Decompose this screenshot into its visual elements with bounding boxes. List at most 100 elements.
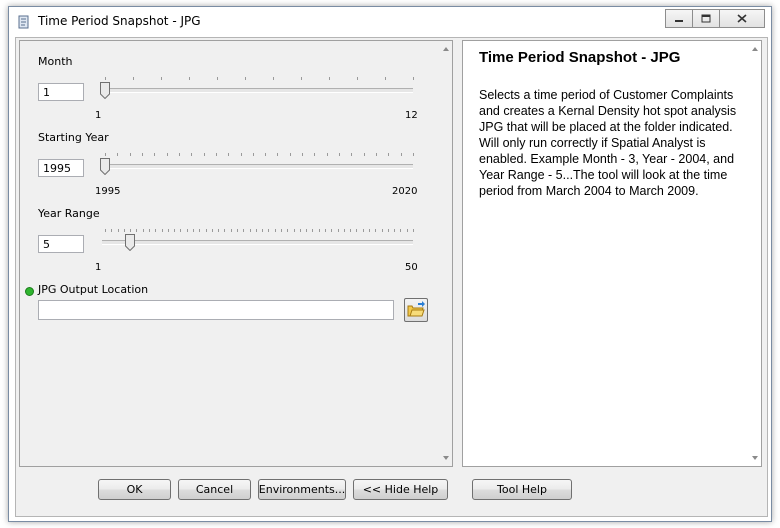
scroll-up-icon[interactable]	[443, 47, 449, 51]
slider-tick	[180, 229, 182, 232]
slider-tick	[357, 77, 358, 80]
month-max-label: 12	[405, 110, 418, 121]
close-button[interactable]	[719, 9, 765, 28]
slider-tick	[343, 229, 345, 232]
slider-tick	[252, 153, 254, 156]
slider-tick	[129, 153, 131, 156]
slider-tick	[224, 229, 226, 232]
slider-tick	[117, 229, 119, 232]
slider-tick	[301, 77, 302, 80]
slider-tick	[161, 77, 162, 80]
slider-tick	[161, 229, 163, 232]
maximize-button[interactable]	[692, 9, 720, 28]
slider-tick	[189, 77, 190, 80]
month-slider-thumb[interactable]	[100, 82, 110, 100]
help-pane: Time Period Snapshot - JPG Selects a tim…	[462, 40, 762, 467]
help-scrollbar[interactable]	[750, 41, 761, 466]
slider-tick	[243, 229, 245, 232]
month-slider-track[interactable]	[102, 88, 413, 93]
starting-year-label: Starting Year	[38, 131, 109, 144]
slider-tick	[302, 153, 304, 156]
slider-tick	[174, 229, 176, 232]
slider-tick	[149, 229, 150, 232]
slider-tick	[362, 229, 364, 232]
help-scroll-down-icon[interactable]	[752, 456, 758, 460]
environments-button[interactable]: Environments...	[258, 479, 346, 500]
help-title: Time Period Snapshot - JPG	[479, 49, 681, 66]
slider-tick	[293, 229, 295, 232]
tool-help-button[interactable]: Tool Help	[472, 479, 572, 500]
slider-tick	[376, 153, 378, 156]
slider-tick	[329, 77, 330, 80]
slider-tick	[312, 229, 314, 232]
slider-tick	[167, 229, 169, 232]
slider-tick	[240, 153, 242, 156]
month-label: Month	[38, 55, 73, 68]
minimize-button[interactable]	[665, 9, 693, 28]
slider-tick	[211, 229, 213, 232]
jpg-output-label: JPG Output Location	[38, 283, 149, 296]
starting-year-ticks	[105, 153, 414, 157]
slider-tick	[413, 153, 414, 156]
slider-tick	[215, 153, 217, 156]
slider-tick	[166, 153, 168, 156]
slider-tick	[413, 77, 414, 80]
slider-tick	[245, 77, 246, 80]
scroll-down-icon[interactable]	[443, 456, 449, 460]
slider-tick	[350, 229, 352, 232]
slider-tick	[255, 229, 257, 232]
slider-tick	[117, 153, 119, 156]
jpg-output-input[interactable]	[38, 300, 394, 320]
cancel-button[interactable]: Cancel	[178, 479, 251, 500]
slider-tick	[268, 229, 270, 232]
starting-year-slider-thumb[interactable]	[100, 158, 110, 176]
starting-year-min-label: 1995	[95, 186, 121, 197]
slider-tick	[155, 229, 157, 232]
year-range-input[interactable]: 5	[38, 235, 84, 253]
slider-tick	[394, 229, 396, 232]
slider-tick	[141, 153, 143, 156]
slider-tick	[325, 229, 326, 232]
slider-tick	[356, 229, 358, 232]
slider-tick	[406, 229, 408, 232]
slider-tick	[277, 153, 279, 156]
month-input[interactable]: 1	[38, 83, 84, 101]
slider-tick	[136, 229, 138, 232]
hide-help-button[interactable]: << Hide Help	[353, 479, 448, 500]
year-range-label: Year Range	[38, 207, 100, 220]
parameters-pane: Month 1 1 12 Starting Year 1995 1995 202…	[19, 40, 453, 467]
slider-tick	[237, 229, 238, 232]
help-scroll-up-icon[interactable]	[752, 47, 758, 51]
year-range-slider-thumb[interactable]	[125, 234, 136, 252]
slider-tick	[337, 229, 339, 232]
slider-tick	[123, 229, 125, 232]
slider-tick	[191, 153, 193, 156]
slider-tick	[133, 77, 134, 80]
slider-tick	[387, 229, 389, 232]
maximize-icon	[701, 14, 711, 23]
dialog-window: Time Period Snapshot - JPG Month 1 1 12 …	[8, 6, 772, 522]
starting-year-input[interactable]: 1995	[38, 159, 84, 177]
close-icon	[737, 14, 747, 23]
open-folder-icon	[407, 301, 425, 317]
slider-tick	[199, 229, 201, 232]
browse-folder-button[interactable]	[404, 298, 428, 322]
slider-tick	[230, 229, 232, 232]
slider-tick	[385, 77, 386, 80]
window-controls	[665, 9, 765, 28]
slider-tick	[331, 229, 333, 232]
window-title: Time Period Snapshot - JPG	[38, 14, 201, 28]
slider-tick	[228, 153, 230, 156]
slider-tick	[205, 229, 207, 232]
year-range-slider-track[interactable]	[102, 240, 413, 245]
month-ticks	[105, 77, 414, 81]
dialog-client-area: Month 1 1 12 Starting Year 1995 1995 202…	[15, 37, 768, 517]
starting-year-slider-track[interactable]	[102, 164, 413, 169]
ok-button[interactable]: OK	[98, 479, 171, 500]
slider-tick	[281, 229, 282, 232]
year-range-min-label: 1	[95, 262, 102, 273]
slider-tick	[318, 229, 320, 232]
slider-tick	[381, 229, 383, 232]
parameters-scrollbar[interactable]	[441, 41, 452, 466]
slider-tick	[262, 229, 264, 232]
